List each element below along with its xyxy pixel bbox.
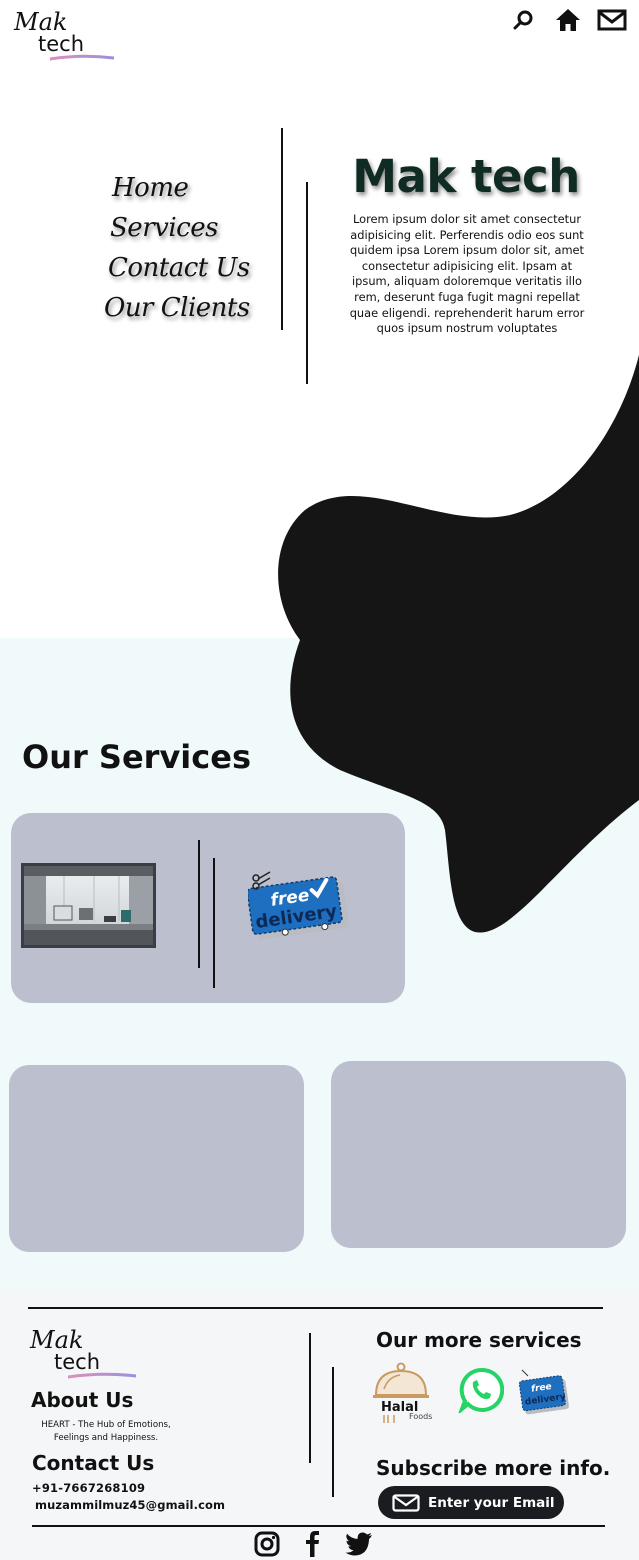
divider-line <box>306 182 308 384</box>
search-icon[interactable] <box>509 7 539 33</box>
hero-title: Mak tech <box>352 150 580 203</box>
home-icon[interactable] <box>553 7 583 33</box>
nav-item-our-clients[interactable]: Our Clients <box>104 288 274 328</box>
twitter-icon[interactable] <box>344 1530 374 1558</box>
card-divider-line <box>198 840 200 968</box>
footer-bottom-divider <box>32 1525 605 1527</box>
subscribe-heading: Subscribe more info. <box>376 1456 611 1480</box>
subscribe-button-label: Enter your Email <box>428 1494 555 1511</box>
social-links <box>252 1530 374 1558</box>
header-logo[interactable]: Mak tech <box>14 8 114 64</box>
header-icons <box>509 7 627 33</box>
footer-divider-line <box>332 1367 334 1497</box>
contact-us-heading: Contact Us <box>32 1451 155 1475</box>
page: Mak tech Home Services Contact Us Our Cl… <box>0 0 639 1560</box>
logo-swoosh <box>50 54 114 61</box>
logo-text-tech: tech <box>54 1350 101 1374</box>
about-us-text: HEART - The Hub of Emotions, Feelings an… <box>41 1420 171 1443</box>
service-card[interactable] <box>331 1061 626 1248</box>
divider-line <box>281 128 283 330</box>
card-divider-line <box>213 858 215 988</box>
subscribe-email-button[interactable]: Enter your Email <box>378 1486 564 1519</box>
office-image <box>21 863 156 948</box>
mail-icon[interactable] <box>597 7 627 33</box>
nav-item-services[interactable]: Services <box>110 208 274 248</box>
whatsapp-icon[interactable] <box>457 1367 505 1416</box>
more-services-heading: Our more services <box>376 1328 582 1352</box>
nav-item-contact-us[interactable]: Contact Us <box>108 248 274 288</box>
nav-item-home[interactable]: Home <box>112 168 274 208</box>
footer-divider-line <box>309 1333 311 1463</box>
logo-text-tech: tech <box>38 32 85 56</box>
hero-description: Lorem ipsum dolor sit amet consectetur a… <box>349 212 585 336</box>
instagram-icon[interactable] <box>252 1530 282 1558</box>
contact-phone[interactable]: +91-7667268109 <box>32 1481 145 1495</box>
foods-text: Foods <box>409 1412 432 1421</box>
about-us-heading: About Us <box>31 1388 134 1412</box>
service-card[interactable] <box>9 1065 304 1252</box>
halal-foods-logo[interactable]: Halal Foods <box>370 1361 436 1425</box>
footer-top-divider <box>28 1307 603 1309</box>
services-heading: Our Services <box>22 738 251 776</box>
mail-icon <box>392 1493 420 1512</box>
facebook-icon[interactable] <box>298 1530 328 1558</box>
free-delivery-badge: free delivery <box>246 864 350 952</box>
contact-email[interactable]: muzammilmuz45@gmail.com <box>35 1498 225 1512</box>
logo-swoosh <box>68 1372 136 1379</box>
scissors-icon <box>521 1369 529 1377</box>
main-navigation: Home Services Contact Us Our Clients <box>104 168 274 328</box>
footer-logo[interactable]: Mak tech <box>30 1326 140 1382</box>
free-delivery-small-icon[interactable]: free delivery <box>518 1368 570 1420</box>
utensils-icon <box>383 1415 395 1423</box>
